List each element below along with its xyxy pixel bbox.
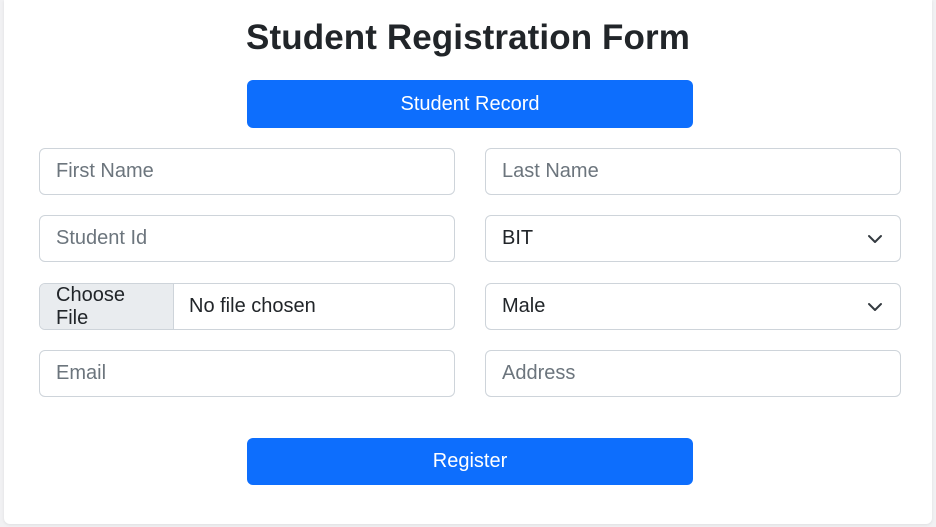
file-status-text: No file chosen	[189, 295, 316, 317]
program-select-value: BIT	[502, 227, 534, 249]
last-name-input[interactable]	[485, 148, 901, 195]
first-name-input[interactable]	[39, 148, 455, 195]
register-button[interactable]: Register	[247, 438, 693, 485]
student-record-button[interactable]: Student Record	[247, 80, 693, 128]
program-select[interactable]: BIT	[485, 215, 901, 262]
student-id-input[interactable]	[39, 215, 455, 262]
address-input[interactable]	[485, 350, 901, 397]
choose-file-button[interactable]: Choose File	[40, 284, 174, 329]
chevron-down-icon	[866, 230, 884, 248]
gender-select[interactable]: Male	[485, 283, 901, 330]
photo-file-input[interactable]: Choose File No file chosen	[39, 283, 455, 330]
page-title: Student Registration Form	[246, 18, 690, 57]
chevron-down-icon	[866, 298, 884, 316]
gender-select-value: Male	[502, 295, 546, 317]
email-input[interactable]	[39, 350, 455, 397]
registration-card: Student Registration Form Student Record…	[4, 0, 932, 524]
